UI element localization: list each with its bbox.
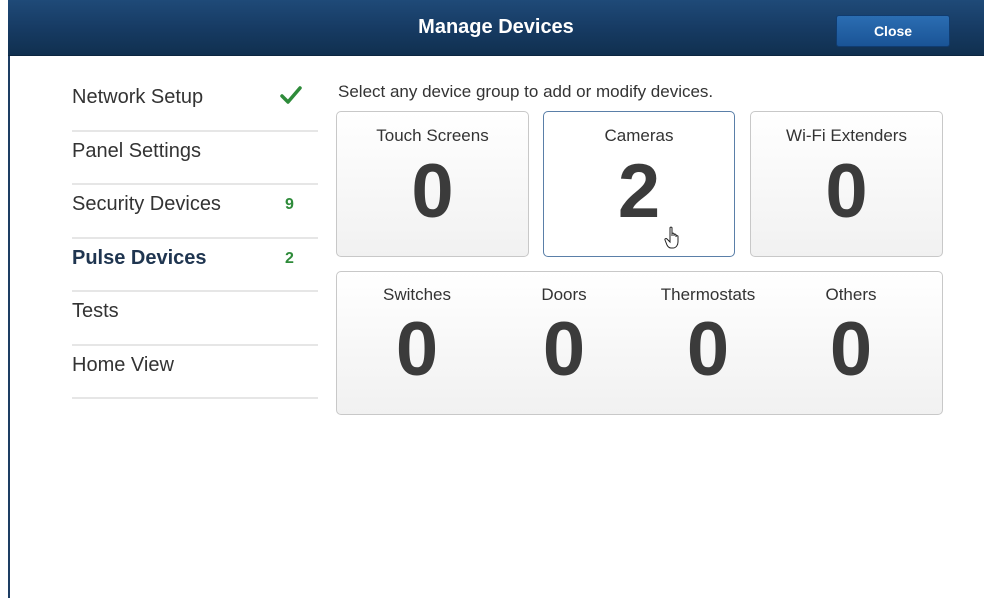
sidebar-item-label: Security Devices <box>72 193 221 215</box>
window-left-border <box>8 0 10 598</box>
sidebar-item-label: Network Setup <box>72 86 204 108</box>
count-badge: 2 <box>285 249 294 267</box>
automation-device-group-card: Switches 0 Doors 0 Thermostats 0 Others … <box>336 271 943 415</box>
sidebar-item-label: Pulse Devices <box>72 246 207 269</box>
sidebar-item-tests[interactable]: Tests <box>72 292 318 346</box>
device-group-cameras[interactable]: Cameras 2 <box>543 111 735 257</box>
device-group-name: Doors <box>541 285 587 304</box>
sidebar-item-label: Panel Settings <box>72 139 201 162</box>
device-group-name: Thermostats <box>660 285 756 304</box>
device-group-doors[interactable]: Doors 0 <box>494 272 634 414</box>
check-icon <box>280 86 302 104</box>
hand-pointer-icon <box>664 226 679 249</box>
device-group-name: Cameras <box>604 126 674 145</box>
sidebar-item-network-setup[interactable]: Network Setup <box>72 78 318 132</box>
device-count: 0 <box>542 307 586 392</box>
sidebar-item-label: Tests <box>72 300 119 322</box>
sidebar-nav: Network Setup Panel Settings Security De… <box>72 78 318 399</box>
close-button[interactable]: Close <box>836 15 950 47</box>
device-group-name: Touch Screens <box>376 126 489 145</box>
device-group-switches[interactable]: Switches 0 <box>347 272 487 414</box>
device-count: 0 <box>829 307 873 392</box>
device-group-name: Wi-Fi Extenders <box>786 126 907 145</box>
device-count: 2 <box>617 149 661 234</box>
device-count: 0 <box>825 149 868 234</box>
sidebar-item-pulse-devices[interactable]: Pulse Devices 2 <box>72 239 318 292</box>
sidebar-item-home-view[interactable]: Home View <box>72 346 318 399</box>
device-group-others[interactable]: Others 0 <box>781 272 921 414</box>
instructions-text: Select any device group to add or modify… <box>338 82 714 101</box>
device-group-touch-screens[interactable]: Touch Screens 0 <box>336 111 529 257</box>
sidebar-item-security-devices[interactable]: Security Devices 9 <box>72 185 318 239</box>
sidebar-item-label: Home View <box>72 353 174 376</box>
device-count: 0 <box>686 307 730 392</box>
device-group-name: Others <box>825 285 877 304</box>
count-badge: 9 <box>285 196 294 213</box>
device-count: 0 <box>395 307 439 392</box>
manage-devices-window: Manage Devices Close Network Setup Panel… <box>0 0 984 598</box>
device-count: 0 <box>411 149 454 234</box>
device-group-thermostats[interactable]: Thermostats 0 <box>638 272 778 414</box>
device-group-name: Switches <box>382 285 452 304</box>
title-bar: Manage Devices Close <box>8 0 984 56</box>
sidebar-item-panel-settings[interactable]: Panel Settings <box>72 132 318 185</box>
device-group-wifi-extenders[interactable]: Wi-Fi Extenders 0 <box>750 111 943 257</box>
